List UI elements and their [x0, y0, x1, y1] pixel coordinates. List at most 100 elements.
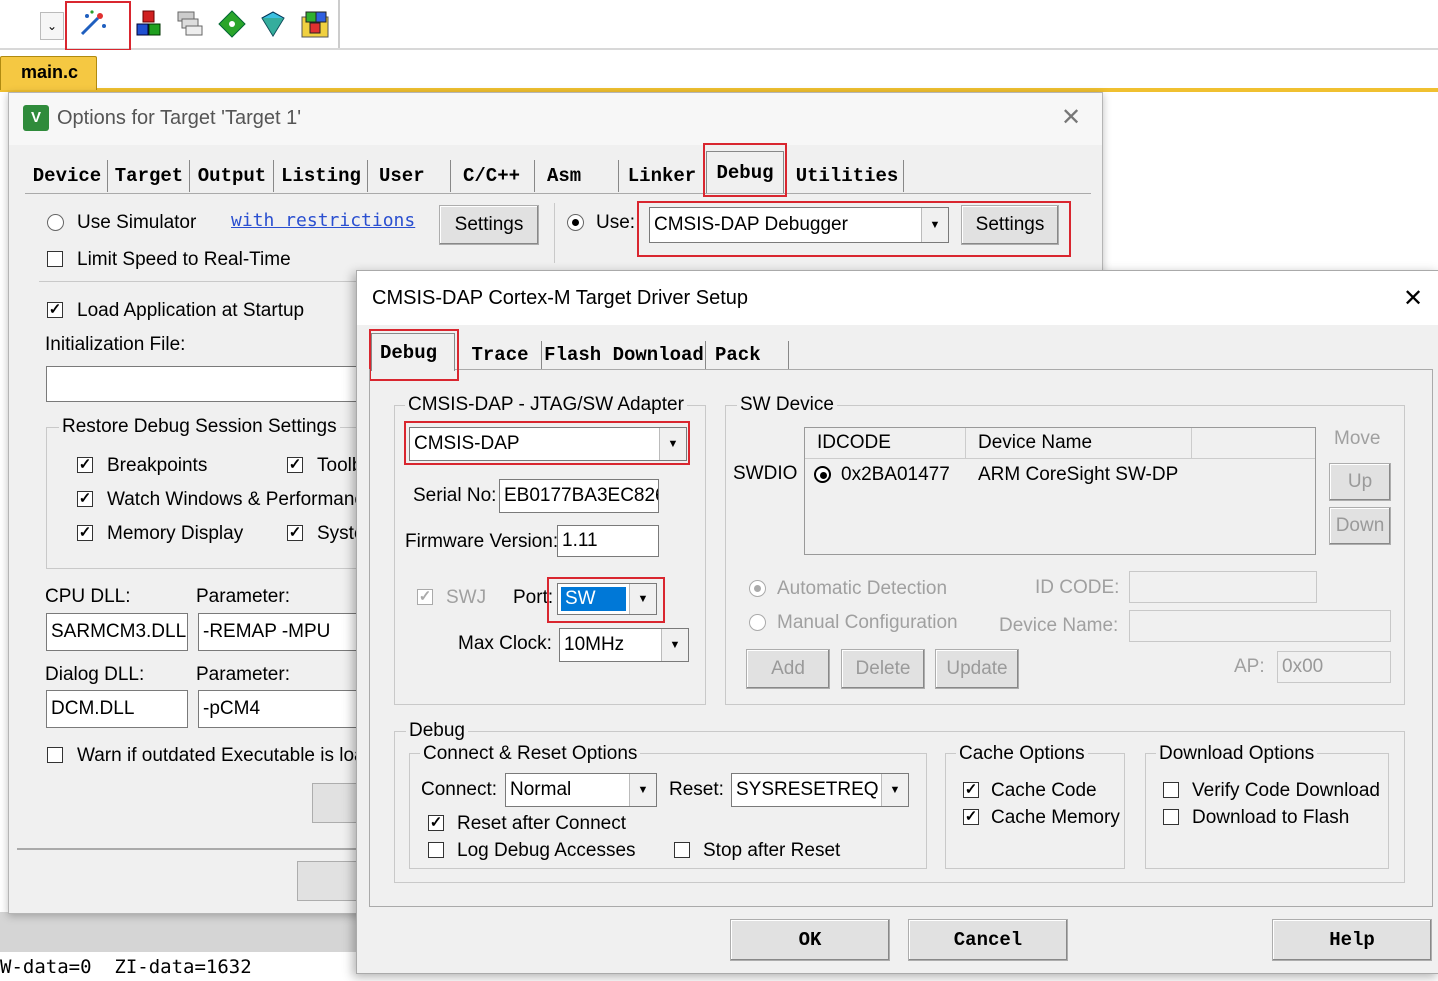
- close-icon[interactable]: ✕: [1061, 103, 1081, 132]
- cache-group-label: Cache Options: [956, 743, 1088, 765]
- verify-code-label: Verify Code Download: [1192, 780, 1380, 801]
- stack-icon[interactable]: [176, 10, 204, 38]
- tab-target[interactable]: Target: [109, 160, 190, 192]
- memory-display-checkbox[interactable]: ✓: [77, 525, 93, 541]
- help-button[interactable]: Help: [1272, 919, 1432, 961]
- id-code-label: ID CODE:: [1035, 577, 1120, 598]
- simulator-settings-button[interactable]: Settings: [439, 205, 539, 245]
- table-header-idcode[interactable]: IDCODE: [817, 432, 891, 454]
- tab-flash-download[interactable]: Flash Download: [543, 341, 706, 369]
- tab-trace[interactable]: Trace: [459, 341, 542, 369]
- watch-windows-checkbox[interactable]: ✓: [77, 491, 93, 507]
- use-debugger-radio[interactable]: [567, 214, 584, 231]
- tab-pack[interactable]: Pack: [707, 341, 789, 369]
- delete-button[interactable]: Delete: [841, 649, 925, 689]
- toolbar-dropdown[interactable]: ⌄: [40, 12, 64, 40]
- connect-select[interactable]: Normal ▼: [505, 773, 657, 807]
- warn-outdated-checkbox[interactable]: [47, 747, 63, 763]
- device-table: IDCODE Device Name 0x2BA01477 ARM CoreSi…: [804, 427, 1316, 555]
- table-row-radio[interactable]: [814, 466, 831, 483]
- table-row[interactable]: 0x2BA01477 ARM CoreSight SW-DP: [805, 460, 1315, 492]
- tab-device[interactable]: Device: [27, 160, 108, 192]
- cache-memory-checkbox[interactable]: ✓: [963, 809, 979, 825]
- cache-code-checkbox[interactable]: ✓: [963, 782, 979, 798]
- cube-multi-icon[interactable]: [300, 9, 332, 39]
- auto-detect-label: Automatic Detection: [777, 578, 948, 599]
- download-flash-checkbox[interactable]: [1163, 809, 1179, 825]
- firmware-input[interactable]: 1.11: [557, 525, 659, 557]
- cpu-dll-input[interactable]: SARMCM3.DLL: [46, 613, 188, 651]
- close-icon[interactable]: ✕: [1403, 284, 1423, 313]
- tab-asm[interactable]: Asm: [537, 160, 619, 192]
- use-simulator-radio[interactable]: [47, 214, 64, 231]
- reset-after-connect-label: Reset after Connect: [457, 813, 626, 834]
- adapter-group-label: CMSIS-DAP - JTAG/SW Adapter: [405, 394, 687, 416]
- system-checkbox[interactable]: ✓: [287, 525, 303, 541]
- auto-detect-radio[interactable]: [749, 580, 766, 597]
- device-name-input[interactable]: [1129, 610, 1391, 642]
- dialog-dll-input[interactable]: DCM.DLL: [46, 690, 188, 728]
- serial-input[interactable]: EB0177BA3EC826: [499, 479, 659, 513]
- device-table-header: IDCODE Device Name: [805, 428, 1315, 459]
- log-debug-checkbox[interactable]: [428, 842, 444, 858]
- diamond-blue-icon[interactable]: [258, 10, 288, 38]
- id-code-input[interactable]: [1129, 571, 1317, 603]
- tab-user[interactable]: User: [369, 160, 451, 192]
- reset-after-connect-checkbox[interactable]: ✓: [428, 815, 444, 831]
- cpu-param-input[interactable]: -REMAP -MPU: [198, 613, 368, 651]
- cancel-button[interactable]: Cancel: [908, 919, 1068, 961]
- breakpoints-checkbox[interactable]: ✓: [77, 457, 93, 473]
- max-clock-select[interactable]: 10MHz ▼: [559, 628, 689, 662]
- manual-config-label: Manual Configuration: [777, 612, 958, 633]
- file-tab-strip: [0, 50, 1438, 92]
- ok-button[interactable]: OK: [730, 919, 890, 961]
- build-output-text: W-data=0 ZI-data=1632: [0, 956, 252, 978]
- with-restrictions-link[interactable]: with restrictions: [231, 210, 415, 231]
- debug-group-label: Debug: [406, 720, 468, 742]
- file-tab-main-c[interactable]: main.c: [0, 56, 97, 90]
- memory-display-label: Memory Display: [107, 523, 244, 544]
- init-file-label: Initialization File:: [45, 334, 186, 355]
- driver-title-bar: CMSIS-DAP Cortex-M Target Driver Setup ✕: [357, 271, 1438, 325]
- update-button[interactable]: Update: [935, 649, 1019, 689]
- debugger-highlight: [637, 201, 1071, 257]
- swj-checkbox[interactable]: ✓: [417, 589, 433, 605]
- tab-linker[interactable]: Linker: [621, 160, 704, 192]
- reset-label: Reset:: [669, 779, 724, 800]
- toolbar: ⌄: [0, 0, 1438, 51]
- max-clock-value: 10MHz: [564, 634, 625, 655]
- verify-code-checkbox[interactable]: [1163, 782, 1179, 798]
- manual-config-radio[interactable]: [749, 614, 766, 631]
- tab-output[interactable]: Output: [191, 160, 274, 192]
- up-button[interactable]: Up: [1329, 463, 1391, 501]
- reset-select[interactable]: SYSRESETREQ ▼: [731, 773, 909, 807]
- tab-listing[interactable]: Listing: [275, 160, 368, 192]
- blocks-icon[interactable]: [136, 10, 162, 38]
- serial-label: Serial No:: [413, 485, 497, 506]
- tab-utilities[interactable]: Utilities: [791, 160, 904, 192]
- cpu-param-label: Parameter:: [196, 586, 290, 607]
- cpu-dll-label: CPU DLL:: [45, 586, 131, 607]
- table-header-device-name[interactable]: Device Name: [978, 432, 1092, 454]
- toolbox-checkbox[interactable]: ✓: [287, 457, 303, 473]
- add-button[interactable]: Add: [746, 649, 830, 689]
- down-button[interactable]: Down: [1329, 507, 1391, 545]
- tab-c-cpp[interactable]: C/C++: [453, 160, 535, 192]
- dialog-param-input[interactable]: -pCM4: [198, 690, 368, 728]
- adapter-highlight: [404, 421, 690, 465]
- init-file-input[interactable]: [46, 366, 366, 402]
- driver-title: CMSIS-DAP Cortex-M Target Driver Setup: [372, 287, 749, 309]
- diamond-green-icon[interactable]: [218, 10, 246, 38]
- dialog-dll-label: Dialog DLL:: [45, 664, 145, 685]
- toolbar-separator: [338, 0, 340, 48]
- reset-select-value: SYSRESETREQ: [736, 779, 879, 800]
- warn-outdated-label: Warn if outdated Executable is loa: [77, 745, 365, 766]
- load-app-checkbox[interactable]: ✓: [47, 302, 63, 318]
- tab-debug-highlight: [703, 143, 787, 197]
- limit-speed-checkbox[interactable]: [47, 251, 63, 267]
- stop-after-reset-checkbox[interactable]: [674, 842, 690, 858]
- swj-label: SWJ: [446, 587, 487, 608]
- dialog-param-label: Parameter:: [196, 664, 290, 685]
- cache-code-label: Cache Code: [991, 780, 1097, 801]
- ap-input[interactable]: 0x00: [1277, 651, 1391, 683]
